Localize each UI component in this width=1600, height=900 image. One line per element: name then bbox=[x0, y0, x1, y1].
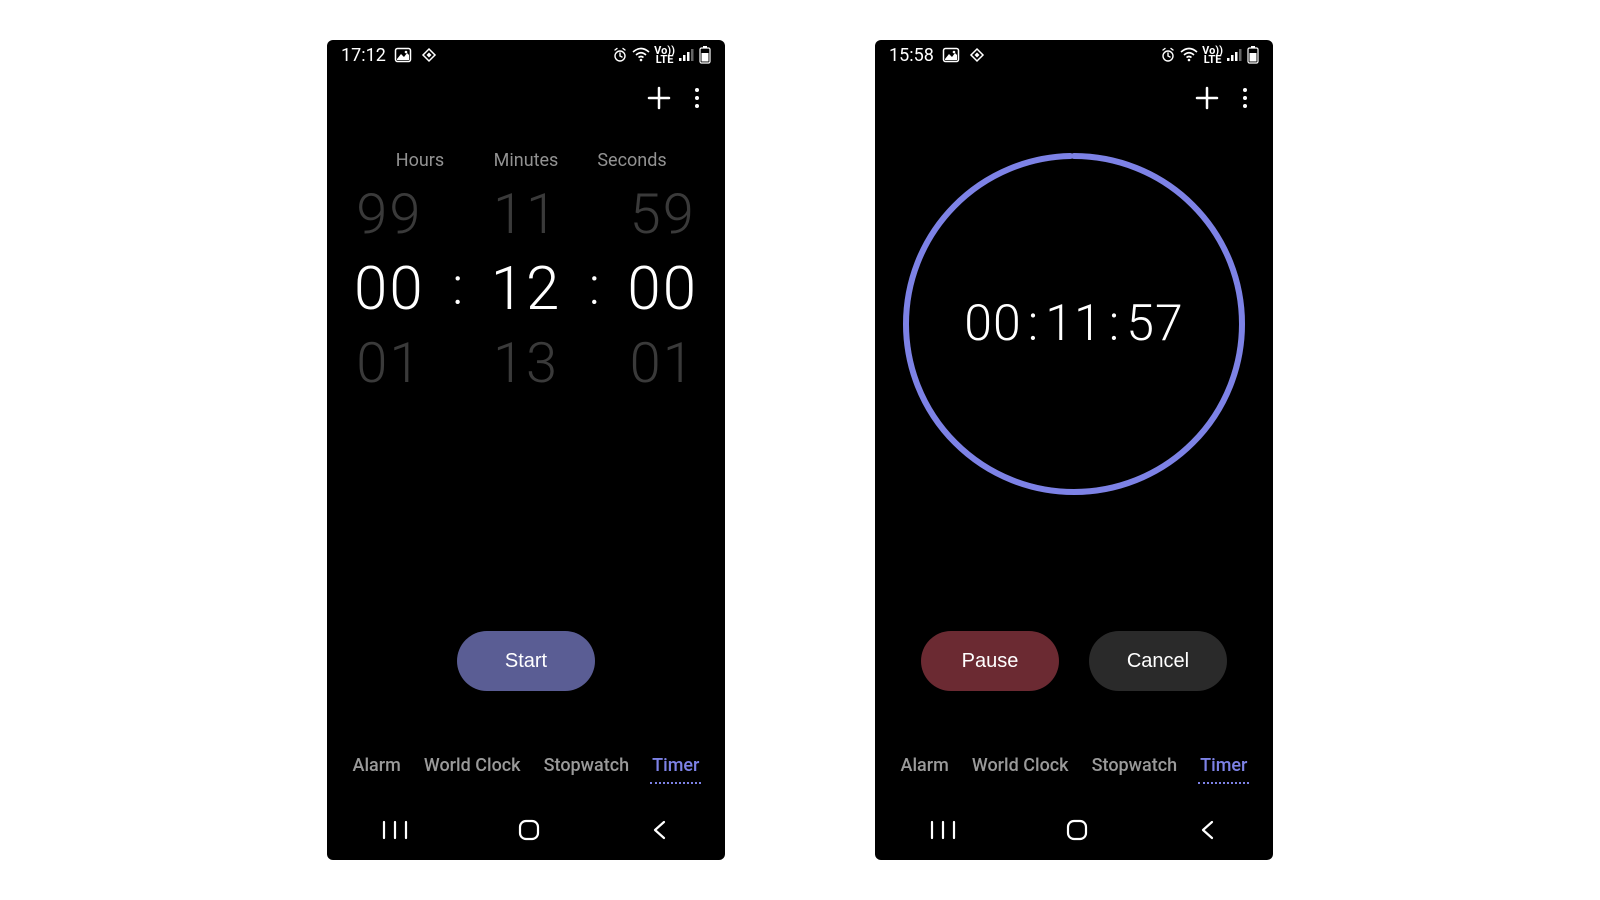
minutes-picker[interactable]: 11 12 13 bbox=[491, 181, 562, 396]
countdown-seconds: 57 bbox=[1126, 295, 1183, 353]
top-actions bbox=[327, 70, 725, 130]
sep: : bbox=[1022, 295, 1046, 353]
tab-world-clock[interactable]: World Clock bbox=[422, 751, 523, 780]
seconds-prev: 59 bbox=[630, 181, 696, 247]
signal-icon bbox=[1227, 48, 1243, 62]
sep: : bbox=[1103, 295, 1127, 353]
status-bar-left: 15:58 bbox=[889, 45, 986, 66]
tab-stopwatch[interactable]: Stopwatch bbox=[1090, 751, 1179, 780]
seconds-value: 00 bbox=[627, 253, 698, 324]
nav-recents-button[interactable] bbox=[930, 820, 956, 840]
time-picker: 99 00 01 00 : 00 11 12 13 00 : 00 59 00 … bbox=[327, 171, 725, 406]
alarm-icon bbox=[612, 47, 628, 63]
status-bar: 15:58 Vo)) LTE bbox=[875, 40, 1273, 70]
countdown-area: 00 : 11 : 57 bbox=[875, 130, 1273, 631]
hours-next: 01 bbox=[356, 330, 422, 396]
bottom-tabs: Alarm World Clock Stopwatch Timer bbox=[875, 741, 1273, 800]
colon-2: 00 : 00 bbox=[561, 184, 627, 393]
tab-alarm[interactable]: Alarm bbox=[351, 751, 403, 780]
seconds-picker[interactable]: 59 00 01 bbox=[627, 181, 698, 396]
nav-recents-button[interactable] bbox=[382, 820, 408, 840]
button-row: Start bbox=[327, 631, 725, 741]
wifi-icon bbox=[1180, 47, 1198, 63]
spacer bbox=[327, 406, 725, 631]
tab-world-clock[interactable]: World Clock bbox=[970, 751, 1071, 780]
minutes-label: Minutes bbox=[473, 150, 579, 171]
colon-1: 00 : 00 bbox=[425, 184, 491, 393]
nav-bar bbox=[327, 800, 725, 860]
volte-icon: Vo)) LTE bbox=[1202, 46, 1223, 64]
add-button[interactable] bbox=[1193, 84, 1221, 116]
button-row: Pause Cancel bbox=[875, 631, 1273, 741]
nav-home-button[interactable] bbox=[1065, 818, 1089, 842]
minutes-value: 12 bbox=[491, 253, 562, 324]
wifi-icon bbox=[632, 47, 650, 63]
status-time: 15:58 bbox=[889, 45, 934, 66]
seconds-next: 01 bbox=[630, 330, 696, 396]
picture-icon bbox=[942, 46, 960, 64]
tab-stopwatch[interactable]: Stopwatch bbox=[542, 751, 631, 780]
battery-icon bbox=[1247, 46, 1259, 64]
hours-value: 00 bbox=[354, 253, 425, 324]
tab-alarm[interactable]: Alarm bbox=[899, 751, 951, 780]
countdown-hours: 00 bbox=[964, 295, 1021, 353]
nearby-icon bbox=[420, 46, 438, 64]
nav-bar bbox=[875, 800, 1273, 860]
pause-button[interactable]: Pause bbox=[921, 631, 1059, 691]
status-bar-right: Vo)) LTE bbox=[612, 46, 711, 64]
start-button[interactable]: Start bbox=[457, 631, 595, 691]
cancel-button[interactable]: Cancel bbox=[1089, 631, 1227, 691]
countdown-time: 00 : 11 : 57 bbox=[900, 150, 1248, 498]
minutes-prev: 11 bbox=[493, 181, 559, 247]
add-button[interactable] bbox=[645, 84, 673, 116]
tab-timer[interactable]: Timer bbox=[650, 751, 701, 780]
phone-right-timer-running: 15:58 Vo)) LTE bbox=[875, 40, 1273, 860]
top-actions bbox=[875, 70, 1273, 130]
volte-line2: LTE bbox=[1204, 53, 1222, 66]
picker-labels: Hours Minutes Seconds bbox=[327, 130, 725, 171]
hours-label: Hours bbox=[367, 150, 473, 171]
nav-back-button[interactable] bbox=[650, 818, 670, 842]
alarm-icon bbox=[1160, 47, 1176, 63]
more-menu-button[interactable] bbox=[693, 84, 701, 116]
volte-line2: LTE bbox=[656, 53, 674, 66]
picture-icon bbox=[394, 46, 412, 64]
minutes-next: 13 bbox=[493, 330, 559, 396]
status-bar-left: 17:12 bbox=[341, 45, 438, 66]
status-bar-right: Vo)) LTE bbox=[1160, 46, 1259, 64]
bottom-tabs: Alarm World Clock Stopwatch Timer bbox=[327, 741, 725, 800]
signal-icon bbox=[679, 48, 695, 62]
nav-home-button[interactable] bbox=[517, 818, 541, 842]
tab-timer[interactable]: Timer bbox=[1198, 751, 1249, 780]
countdown-minutes: 11 bbox=[1045, 295, 1102, 353]
nearby-icon bbox=[968, 46, 986, 64]
hours-prev: 99 bbox=[356, 181, 422, 247]
nav-back-button[interactable] bbox=[1198, 818, 1218, 842]
more-menu-button[interactable] bbox=[1241, 84, 1249, 116]
phone-left-timer-picker: 17:12 Vo)) LTE bbox=[327, 40, 725, 860]
status-time: 17:12 bbox=[341, 45, 386, 66]
progress-ring: 00 : 11 : 57 bbox=[900, 150, 1248, 498]
status-bar: 17:12 Vo)) LTE bbox=[327, 40, 725, 70]
battery-icon bbox=[699, 46, 711, 64]
seconds-label: Seconds bbox=[579, 150, 685, 171]
hours-picker[interactable]: 99 00 01 bbox=[354, 181, 425, 396]
volte-icon: Vo)) LTE bbox=[654, 46, 675, 64]
